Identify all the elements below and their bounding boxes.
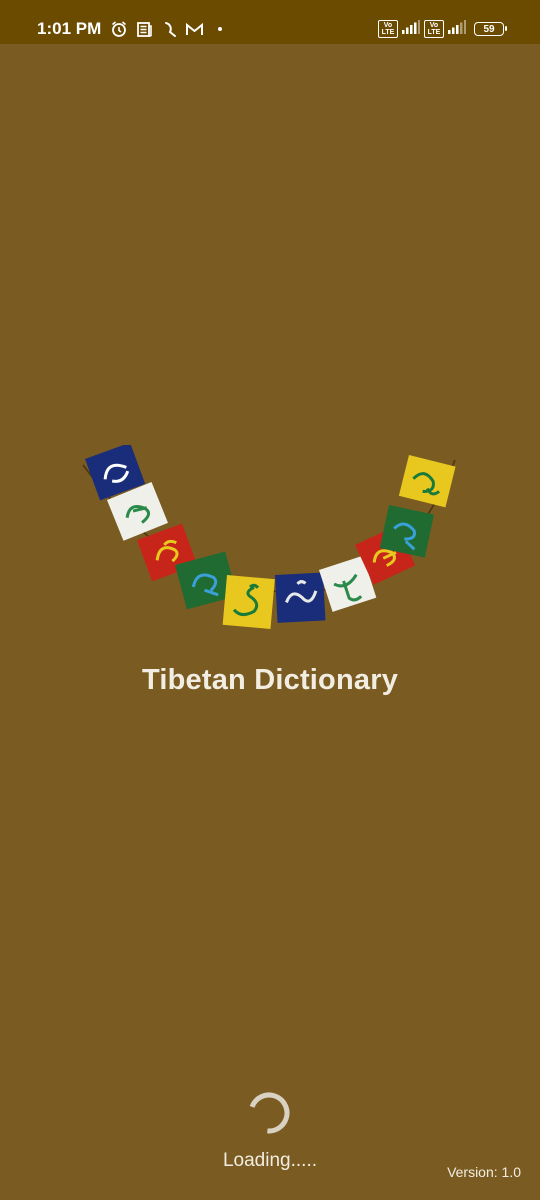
notification-icons xyxy=(110,19,222,39)
version-label: Version: 1.0 xyxy=(447,1164,521,1180)
app-title: Tibetan Dictionary xyxy=(141,664,399,696)
battery-icon: 59 xyxy=(474,22,507,36)
prayer-flag-6 xyxy=(275,572,326,623)
prayer-flag-5 xyxy=(222,575,275,629)
status-time: 1:01 PM xyxy=(37,19,102,38)
volte-badge-2: Vo LTE xyxy=(424,20,444,38)
signal-icon-1 xyxy=(402,19,420,39)
loading-spinner-icon xyxy=(248,1092,290,1134)
gmail-icon xyxy=(185,22,204,37)
prayer-flag-10 xyxy=(398,455,456,508)
signal-icon-2 xyxy=(448,19,466,39)
volte-badge-1: Vo LTE xyxy=(378,20,398,38)
battery-level: 59 xyxy=(483,24,495,35)
system-icons: Vo LTE Vo LTE 59 xyxy=(378,19,507,39)
prayer-flags-logo xyxy=(82,445,456,629)
moon-icon xyxy=(161,21,177,38)
alarm-icon xyxy=(110,20,128,38)
news-icon xyxy=(136,21,153,38)
status-bar: 1:01 PM Vo LTE Vo LTE 59 xyxy=(0,0,540,44)
prayer-flag-9 xyxy=(379,505,434,558)
more-notifications-dot-icon xyxy=(218,27,222,31)
